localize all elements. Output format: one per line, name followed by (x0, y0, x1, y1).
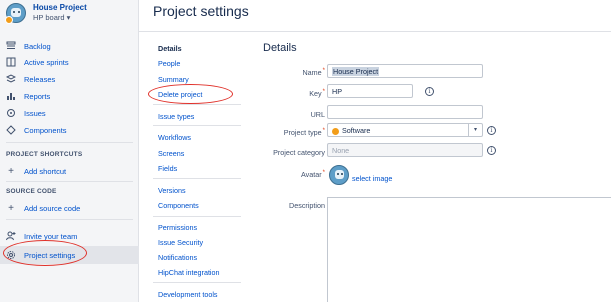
description-textarea[interactable] (327, 197, 611, 302)
settings-nav-people[interactable]: People (158, 59, 180, 68)
releases-icon (6, 74, 16, 84)
add-source-code-link[interactable]: + Add source code (6, 202, 80, 214)
sidebar-item-reports[interactable]: Reports (6, 90, 50, 102)
project-type-select[interactable]: Software ▾ (327, 123, 483, 137)
add-shortcut-link[interactable]: + Add shortcut (6, 165, 66, 177)
select-image-link[interactable]: select image (352, 174, 392, 183)
issues-icon (6, 108, 16, 118)
settings-nav-fields[interactable]: Fields (158, 164, 177, 173)
project-type-info-icon[interactable]: i (487, 126, 496, 135)
sidebar-divider (6, 219, 133, 220)
url-label: URL (310, 110, 325, 119)
avatar-label: Avatar* (301, 170, 325, 179)
settings-nav-notifications[interactable]: Notifications (158, 253, 197, 262)
project-header[interactable]: House Project HP board ▾ (5, 3, 87, 24)
settings-nav-summary[interactable]: Summary (158, 75, 189, 84)
project-category-select[interactable]: None (327, 143, 483, 157)
project-type-label: Project type* (283, 128, 325, 137)
settings-nav-divider (153, 125, 241, 126)
reports-icon (6, 91, 16, 101)
project-avatar-preview[interactable] (329, 165, 349, 185)
sidebar: House Project HP board ▾ Backlog Active … (0, 0, 139, 302)
project-category-info-icon[interactable]: i (487, 146, 496, 155)
plus-icon: + (8, 165, 14, 177)
chevron-down-icon: ▾ (468, 124, 482, 136)
project-category-label: Project category (273, 148, 325, 157)
settings-nav-workflows[interactable]: Workflows (158, 133, 191, 142)
settings-nav-versions[interactable]: Versions (158, 186, 186, 195)
settings-nav-divider (153, 282, 241, 283)
chevron-down-icon: ▾ (66, 13, 71, 22)
plus-icon: + (8, 202, 14, 214)
sidebar-divider (6, 181, 133, 182)
sidebar-item-project-settings[interactable]: Project settings (6, 249, 75, 261)
page-title: Project settings (153, 3, 249, 19)
sidebar-divider (6, 142, 133, 143)
source-section-title: SOURCE CODE (6, 188, 57, 195)
settings-nav-details[interactable]: Details (158, 44, 182, 53)
key-field[interactable]: HP (327, 84, 413, 98)
url-field[interactable] (327, 105, 483, 119)
active-sprints-icon (6, 57, 16, 67)
details-heading: Details (263, 42, 297, 54)
header-divider (139, 31, 611, 32)
settings-nav-screens[interactable]: Screens (158, 149, 184, 158)
invite-team-link[interactable]: Invite your team (6, 230, 77, 242)
settings-nav-issue-security[interactable]: Issue Security (158, 238, 203, 247)
sidebar-item-releases[interactable]: Releases (6, 73, 55, 85)
key-label: Key* (309, 89, 325, 98)
settings-nav-components[interactable]: Components (158, 201, 199, 210)
description-label: Description (289, 201, 325, 210)
settings-nav-divider (153, 104, 241, 105)
key-info-icon[interactable]: i (425, 87, 434, 96)
settings-nav-permissions[interactable]: Permissions (158, 223, 197, 232)
name-label: Name* (302, 68, 325, 77)
components-icon (6, 125, 16, 135)
shortcuts-section-title: PROJECT SHORTCUTS (6, 151, 83, 158)
project-avatar (5, 3, 26, 24)
settings-nav-divider (153, 178, 241, 179)
name-field[interactable]: House Project (327, 64, 483, 78)
sidebar-item-active-sprints[interactable]: Active sprints (6, 56, 69, 68)
settings-nav-dev-tools[interactable]: Development tools (158, 290, 218, 299)
project-name[interactable]: House Project (33, 3, 87, 12)
gear-icon (6, 250, 16, 260)
project-badge-icon (5, 16, 13, 24)
sidebar-item-issues[interactable]: Issues (6, 107, 46, 119)
sidebar-item-backlog[interactable]: Backlog (6, 40, 51, 52)
settings-nav-divider (153, 216, 241, 217)
add-user-icon (6, 231, 16, 241)
software-icon (332, 127, 339, 135)
board-switcher[interactable]: HP board ▾ (33, 12, 87, 23)
settings-nav-hipchat[interactable]: HipChat integration (158, 268, 220, 277)
sidebar-item-components[interactable]: Components (6, 124, 67, 136)
backlog-icon (6, 41, 16, 51)
settings-nav-issue-types[interactable]: Issue types (158, 112, 194, 121)
settings-nav-delete-project[interactable]: Delete project (158, 90, 202, 99)
